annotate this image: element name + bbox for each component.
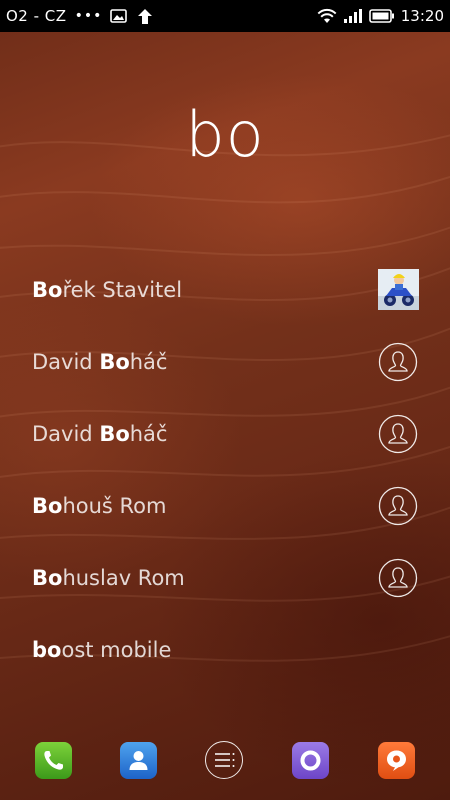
menu-button[interactable] <box>205 741 243 779</box>
contact-name: Bohouš Rom <box>32 494 167 518</box>
list-item[interactable]: David Boháč <box>0 398 450 470</box>
contact-name: David Boháč <box>32 350 168 374</box>
default-avatar-icon <box>378 342 418 382</box>
list-item[interactable]: boost mobile <box>0 614 450 686</box>
contacts-icon <box>129 751 148 770</box>
signal-icon <box>343 9 362 23</box>
match-highlight: Bo <box>32 566 63 590</box>
circle-app-icon <box>300 750 321 771</box>
match-highlight: Bo <box>32 494 63 518</box>
contact-name: boost mobile <box>32 638 172 662</box>
contacts-button[interactable] <box>120 742 157 779</box>
list-item[interactable]: Bohouš Rom <box>0 470 450 542</box>
wifi-icon <box>317 8 337 23</box>
phone-icon <box>44 751 63 770</box>
circle-app-button[interactable] <box>292 742 329 779</box>
chat-button[interactable] <box>378 742 415 779</box>
match-highlight: bo <box>32 638 62 662</box>
list-item[interactable]: Bohuslav Rom <box>0 542 450 614</box>
contact-name: Bohuslav Rom <box>32 566 185 590</box>
default-avatar-icon <box>378 414 418 454</box>
list-item[interactable]: David Boháč <box>0 326 450 398</box>
default-avatar-icon <box>378 486 418 526</box>
bottom-dock <box>0 736 450 786</box>
list-item[interactable]: Bořek Stavitel <box>0 254 450 326</box>
contact-name: David Boháč <box>32 422 168 446</box>
search-query-text[interactable]: bo <box>0 98 450 171</box>
menu-icon <box>215 753 235 767</box>
status-bar: O2 - CZ ••• 13:20 <box>0 0 450 32</box>
contact-name: Bořek Stavitel <box>32 278 183 302</box>
match-highlight: Bo <box>32 278 63 302</box>
upload-icon <box>138 8 153 24</box>
match-highlight: Bo <box>99 350 130 374</box>
battery-icon <box>368 9 394 23</box>
contact-photo <box>378 269 419 310</box>
image-notification-icon <box>110 9 128 23</box>
default-avatar-icon <box>378 558 418 598</box>
phone-button[interactable] <box>35 742 72 779</box>
clock: 13:20 <box>400 7 444 25</box>
carrier-label: O2 - CZ <box>6 7 67 25</box>
more-notifications-icon: ••• <box>74 8 103 24</box>
match-highlight: Bo <box>99 422 130 446</box>
chat-icon <box>387 750 406 771</box>
